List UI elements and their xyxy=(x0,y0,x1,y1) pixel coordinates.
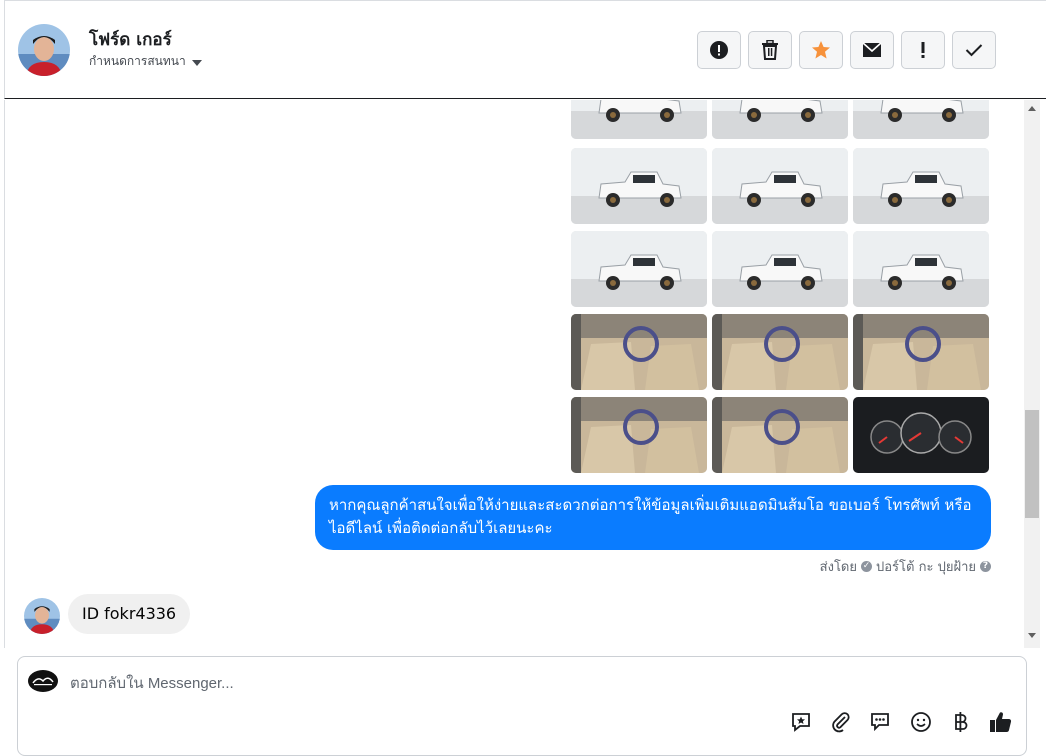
assign-conversation-dropdown[interactable]: กำหนดการสนทนา xyxy=(89,52,202,71)
chat-bubbles-icon xyxy=(871,713,889,732)
shared-photo[interactable] xyxy=(853,148,989,224)
scroll-up-icon[interactable] xyxy=(1028,106,1036,111)
star-button[interactable] xyxy=(799,31,843,69)
shared-photo[interactable] xyxy=(712,148,848,224)
shared-photo[interactable] xyxy=(712,397,848,473)
help-icon[interactable]: ? xyxy=(980,561,991,572)
thread-scrollbar[interactable] xyxy=(1024,100,1040,648)
envelope-icon xyxy=(862,42,882,57)
sender-name[interactable]: ปอร์โต้ กะ ปุยฝ้าย xyxy=(876,556,976,577)
scrollbar-thumb[interactable] xyxy=(1025,410,1039,518)
incoming-message-text: ID fokr4336 xyxy=(82,604,177,623)
caret-down-icon xyxy=(191,59,202,66)
shared-photo[interactable] xyxy=(712,100,848,139)
alert-circle-icon xyxy=(710,41,728,59)
scroll-down-icon[interactable] xyxy=(1028,633,1036,638)
delete-button[interactable] xyxy=(748,31,792,69)
mark-unread-button[interactable] xyxy=(850,31,894,69)
shared-photo[interactable] xyxy=(571,100,707,139)
saved-reply-button[interactable] xyxy=(788,709,814,735)
incoming-message-bubble[interactable]: ID fokr4336 xyxy=(68,594,191,634)
paperclip-icon xyxy=(832,712,850,733)
quick-replies-button[interactable] xyxy=(868,709,894,735)
reply-input[interactable] xyxy=(68,669,772,697)
shared-photo[interactable] xyxy=(571,397,707,473)
shared-photo[interactable] xyxy=(712,231,848,307)
mark-done-button[interactable] xyxy=(952,31,996,69)
verified-icon: ✓ xyxy=(861,561,872,572)
page-logo-icon xyxy=(28,670,58,692)
contact-name[interactable]: โฟร์ด เกอร์ xyxy=(89,26,172,53)
sent-by-label: ส่งโดย xyxy=(819,560,857,575)
payment-button[interactable] xyxy=(948,709,974,735)
shared-photo[interactable] xyxy=(571,231,707,307)
emoji-icon xyxy=(911,712,931,732)
trash-icon xyxy=(762,40,778,60)
star-icon xyxy=(812,41,830,59)
assign-label: กำหนดการสนทนา xyxy=(89,54,186,68)
saved-reply-icon xyxy=(792,713,810,732)
shared-photo[interactable] xyxy=(853,397,989,473)
outgoing-message-text: หากคุณลูกค้าสนใจเพื่อให้ง่ายและสะดวกต่อก… xyxy=(329,496,972,537)
follow-up-button[interactable] xyxy=(901,31,945,69)
outgoing-message-bubble[interactable]: หากคุณลูกค้าสนใจเพื่อให้ง่ายและสะดวกต่อก… xyxy=(315,485,991,550)
reply-composer xyxy=(17,656,1027,756)
emoji-button[interactable] xyxy=(908,709,934,735)
composer-tools xyxy=(788,709,1014,735)
shared-photo[interactable] xyxy=(853,231,989,307)
conversation-header: โฟร์ด เกอร์ กำหนดการสนทนา xyxy=(4,0,1046,99)
header-actions xyxy=(697,31,996,69)
shared-photo[interactable] xyxy=(571,148,707,224)
attach-button[interactable] xyxy=(828,709,854,735)
baht-icon xyxy=(955,712,968,732)
sent-by-row: ส่งโดย ✓ ปอร์โต้ กะ ปุยฝ้าย ? xyxy=(820,556,991,577)
contact-avatar[interactable] xyxy=(18,24,70,76)
shared-photo[interactable] xyxy=(853,100,989,139)
shared-photo[interactable] xyxy=(712,314,848,390)
shared-photo[interactable] xyxy=(571,314,707,390)
checkmark-icon xyxy=(965,44,983,57)
like-button[interactable] xyxy=(988,709,1014,735)
exclamation-icon xyxy=(921,42,925,58)
thumbs-up-icon xyxy=(990,712,1012,732)
message-thread[interactable]: หากคุณลูกค้าสนใจเพื่อให้ง่ายและสะดวกต่อก… xyxy=(4,100,1024,648)
shared-photo[interactable] xyxy=(853,314,989,390)
report-spam-button[interactable] xyxy=(697,31,741,69)
incoming-sender-avatar[interactable] xyxy=(24,598,60,634)
